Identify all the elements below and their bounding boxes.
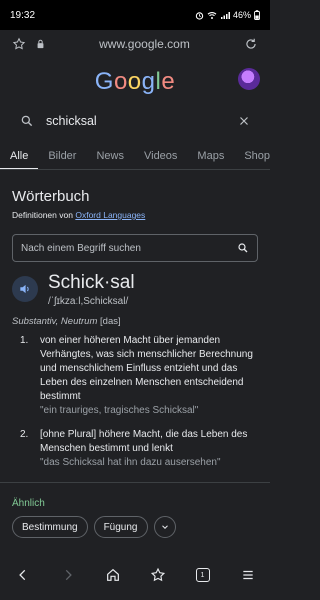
definitions-list: 1. von einer höheren Macht über jemanden…	[20, 334, 260, 480]
grammar-info: Substantiv, Neutrum [das]	[12, 316, 121, 327]
dictionary-source: Definitionen von Oxford Languages	[12, 210, 145, 220]
battery-level: 46%	[232, 10, 251, 20]
search-bar[interactable]: schicksal	[10, 106, 260, 136]
divider	[0, 482, 270, 483]
alarm-icon	[195, 11, 204, 20]
google-logo[interactable]: Google	[0, 68, 270, 96]
definition-example: "das Schicksal hat ihn dazu ausersehen"	[40, 457, 221, 468]
oxford-languages-link[interactable]: Oxford Languages	[75, 210, 145, 220]
search-input[interactable]: schicksal	[46, 114, 238, 128]
arrow-right-icon	[65, 569, 72, 581]
search-icon[interactable]	[237, 242, 249, 254]
tab-images[interactable]: Bilder	[38, 150, 86, 170]
definition-number: 1.	[20, 335, 29, 346]
bookmarks-button[interactable]	[144, 561, 172, 589]
search-results-page: Google schicksal Alle Bilder News Videos…	[0, 58, 270, 550]
browser-bottom-nav: 1	[0, 550, 270, 600]
signal-icon	[220, 11, 230, 19]
bookmark-star-icon[interactable]	[12, 37, 26, 51]
search-icon	[21, 115, 33, 127]
clear-search-icon[interactable]	[238, 115, 250, 127]
status-icons: 46%	[195, 10, 260, 20]
status-time: 19:32	[10, 9, 36, 21]
logo-letter: g	[141, 68, 156, 95]
similar-chips: Bestimmung Fügung	[12, 516, 176, 538]
tab-count-icon: 1	[195, 568, 210, 582]
tab-maps[interactable]: Maps	[187, 150, 234, 170]
forward-button[interactable]	[54, 561, 82, 589]
home-button[interactable]	[99, 561, 127, 589]
definition-number: 2.	[20, 429, 29, 440]
arrow-left-icon	[18, 569, 25, 581]
definition-text: [ohne Plural] höhere Macht, die das Lebe…	[40, 429, 248, 454]
dictionary-search-field[interactable]: Nach einem Begriff suchen	[12, 234, 258, 262]
dictionary-source-prefix: Definitionen von	[12, 210, 73, 220]
logo-letter: o	[113, 68, 128, 95]
similar-label: Ähnlich	[12, 498, 45, 509]
logo-letter: o	[127, 68, 142, 95]
tab-news[interactable]: News	[86, 150, 134, 170]
battery-icon	[254, 10, 260, 20]
header: Google	[0, 58, 270, 104]
home-icon	[106, 568, 119, 581]
hamburger-menu-icon	[242, 570, 253, 580]
logo-letter: G	[94, 68, 114, 95]
tab-count: 1	[200, 571, 205, 579]
lock-icon	[37, 39, 44, 49]
definition-item: 2. [ohne Plural] höhere Macht, die das L…	[20, 428, 260, 470]
article-tag: [das]	[100, 316, 121, 327]
chevron-down-icon	[161, 525, 168, 529]
speaker-icon	[20, 284, 29, 294]
dictionary-title: Wörterbuch	[12, 188, 90, 205]
definition-text: von einer höheren Macht über jemanden Ve…	[40, 335, 253, 402]
wifi-icon	[207, 11, 217, 19]
similar-chip[interactable]: Bestimmung	[12, 516, 88, 538]
headword: Schick·sal	[48, 272, 135, 293]
similar-chip[interactable]: Fügung	[93, 516, 148, 538]
phonetic-transcription: /ˈʃɪkzaːl,Schicksal/	[48, 296, 129, 307]
url-bar[interactable]: www.google.com	[45, 37, 244, 51]
definition-example: "ein trauriges, tragisches Schicksal"	[40, 405, 199, 416]
tab-shopping[interactable]: Shoppi	[234, 150, 270, 170]
status-bar: 19:32 46%	[0, 0, 270, 30]
part-of-speech: Substantiv, Neutrum	[12, 316, 98, 327]
search-tabs: Alle Bilder News Videos Maps Shoppi	[0, 144, 270, 170]
logo-letter: e	[161, 68, 176, 95]
bookmarks-star-icon	[150, 567, 165, 582]
tab-all[interactable]: Alle	[0, 150, 39, 169]
account-avatar[interactable]	[238, 68, 260, 90]
definition-item: 1. von einer höheren Macht über jemanden…	[20, 334, 260, 418]
pronunciation-button[interactable]	[12, 276, 38, 302]
browser-toolbar: www.google.com	[0, 30, 270, 58]
tabs-button[interactable]: 1	[189, 561, 217, 589]
expand-similar-button[interactable]	[153, 516, 176, 538]
back-button[interactable]	[9, 561, 37, 589]
tab-videos[interactable]: Videos	[134, 150, 187, 170]
menu-button[interactable]	[234, 561, 262, 589]
reload-icon[interactable]	[244, 37, 258, 51]
dictionary-search-placeholder[interactable]: Nach einem Begriff suchen	[21, 243, 237, 254]
